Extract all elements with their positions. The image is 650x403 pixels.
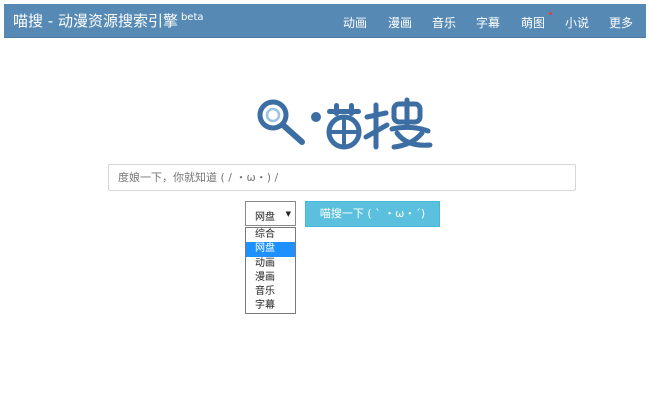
logo-char-miao [311, 103, 362, 150]
beta-badge: beta [180, 12, 204, 23]
new-indicator-dot [549, 12, 552, 15]
option-all[interactable]: 综合 [246, 228, 295, 242]
logo-char-sou [363, 97, 433, 150]
site-title[interactable]: 喵搜 - 动漫资源搜索引擎 beta [13, 10, 204, 31]
magnifier-icon [257, 99, 305, 145]
option-manga[interactable]: 漫画 [246, 271, 295, 285]
option-music[interactable]: 音乐 [246, 285, 295, 299]
category-select[interactable]: 网盘 ▼ [245, 201, 296, 226]
option-netdisk[interactable]: 网盘 [246, 242, 295, 257]
caret-down-icon: ▼ [285, 210, 291, 218]
site-logo [257, 97, 433, 150]
category-dropdown: 综合 网盘 动画 漫画 音乐 字幕 [245, 227, 296, 314]
search-input[interactable] [108, 164, 576, 191]
category-selected-value: 网盘 [255, 212, 275, 223]
option-anime[interactable]: 动画 [246, 257, 295, 271]
nav-item-subtitles[interactable]: 字幕 [476, 14, 500, 31]
nav-item-manga[interactable]: 漫画 [388, 14, 412, 31]
nav-item-images[interactable]: 萌图 [521, 14, 545, 31]
site-title-text: 喵搜 - 动漫资源搜索引擎 [13, 12, 178, 30]
search-button[interactable]: 喵搜一下 ( ` ・ω・´) [305, 201, 440, 227]
nav-item-more[interactable]: 更多 [609, 14, 633, 31]
option-subtitles[interactable]: 字幕 [246, 299, 295, 313]
nav-item-novels[interactable]: 小说 [565, 14, 589, 31]
nav-item-anime[interactable]: 动画 [343, 14, 367, 31]
nav-item-music[interactable]: 音乐 [432, 14, 456, 31]
page: 喵搜 - 动漫资源搜索引擎beta 动画 漫画 音乐 字幕 萌图 小说 更多 [0, 0, 650, 403]
top-navbar: 喵搜 - 动漫资源搜索引擎 beta 动画 漫画 音乐 字幕 萌图 小说 更多 [4, 4, 646, 38]
